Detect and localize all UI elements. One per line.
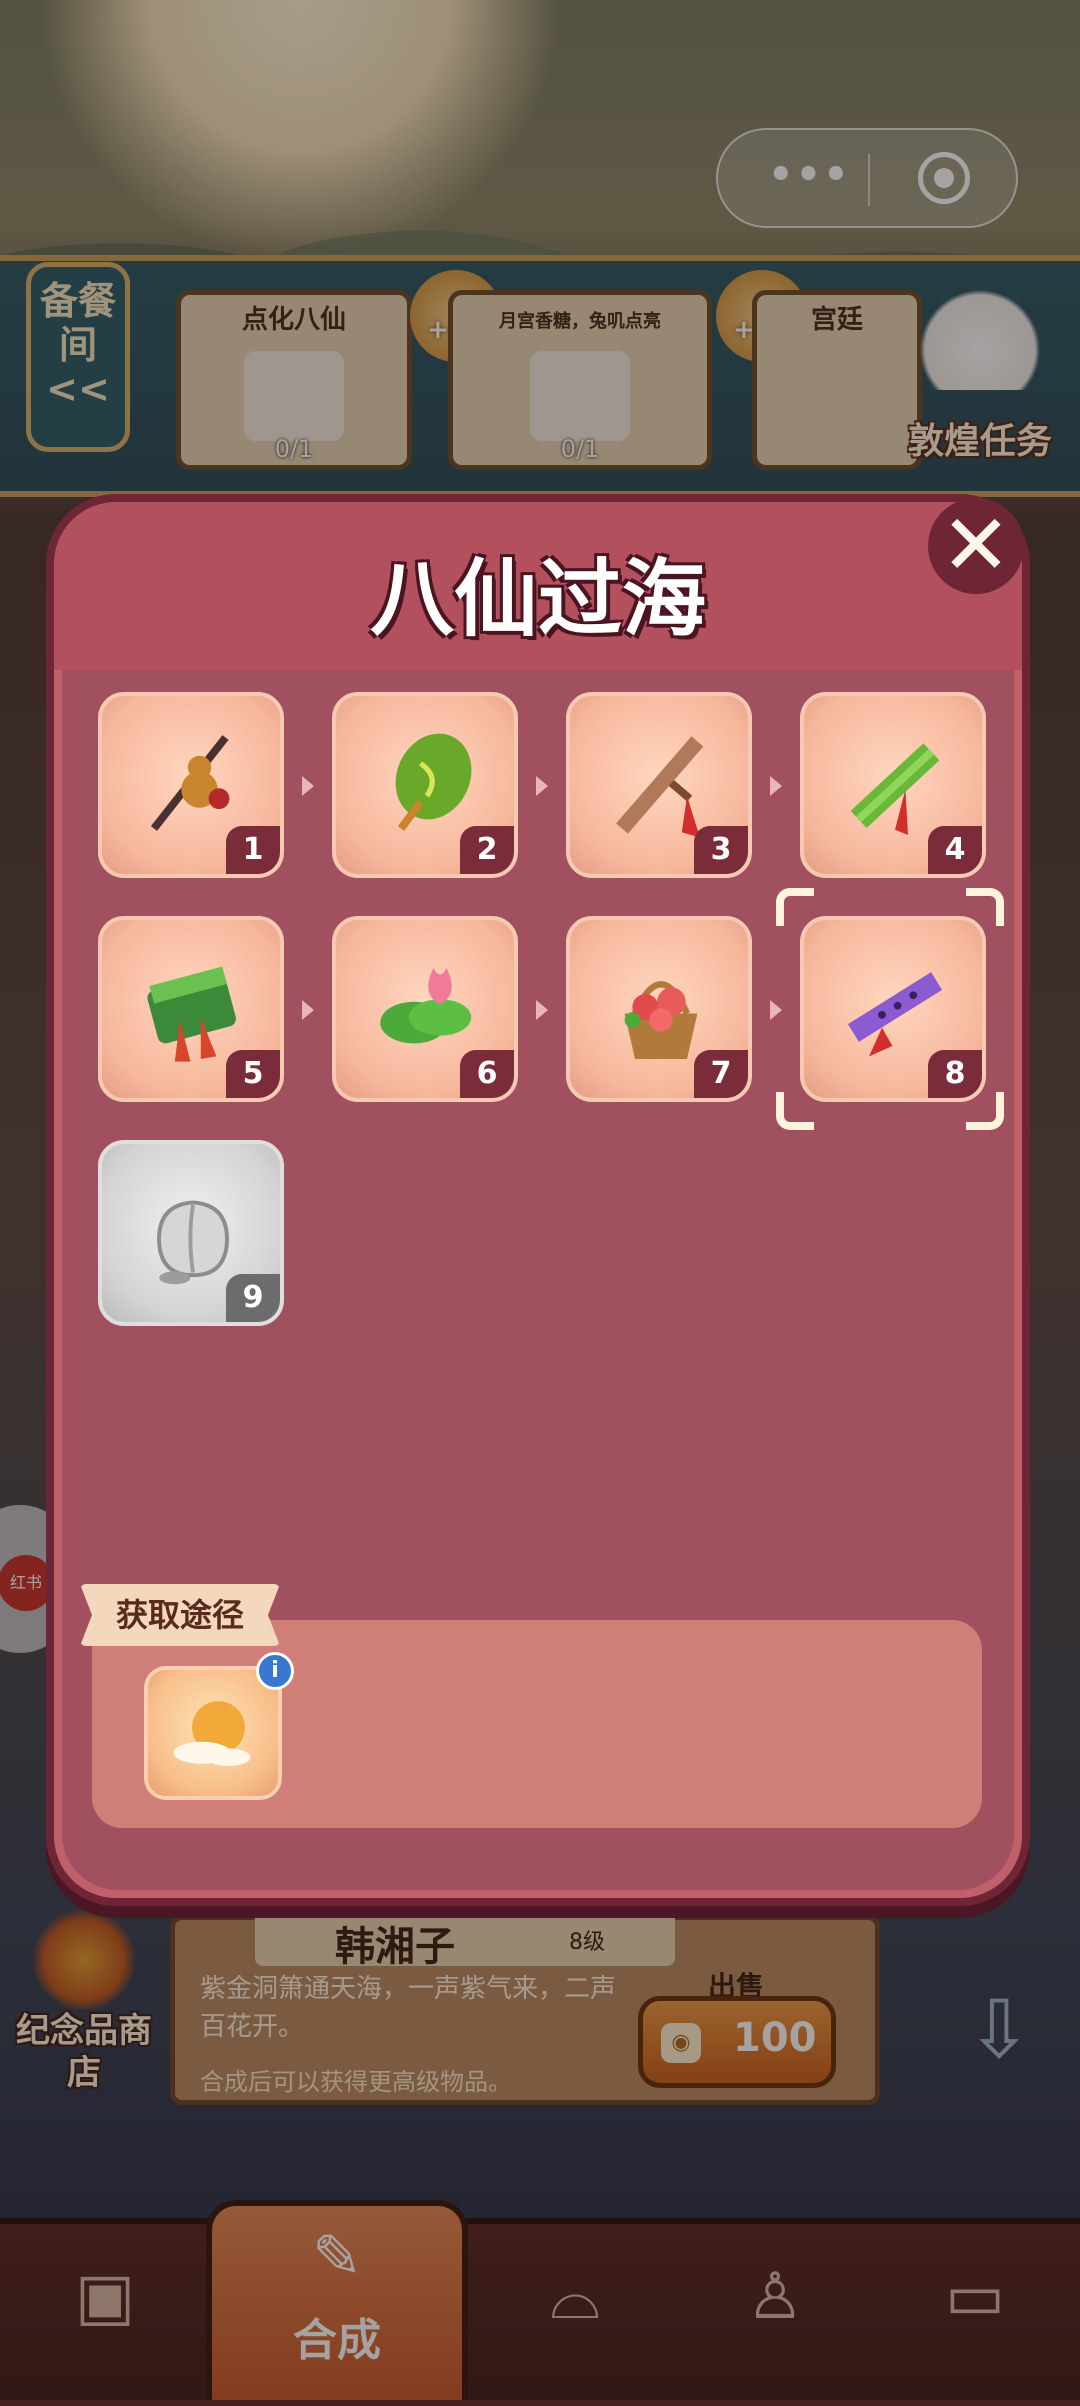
- item-level-badge: 6: [460, 1050, 514, 1098]
- collection-item-2[interactable]: 2: [332, 692, 518, 878]
- item-level-badge: 3: [694, 826, 748, 874]
- collection-item-5[interactable]: 5: [98, 916, 284, 1102]
- selection-frame-corner: [776, 888, 814, 926]
- collection-item-7[interactable]: 7: [566, 916, 752, 1102]
- acquire-label: 获取途径: [80, 1584, 280, 1646]
- chevron-right-icon: [302, 1000, 314, 1020]
- item-level-badge: 4: [928, 826, 982, 874]
- moon-cloud-icon: [173, 1701, 251, 1766]
- item-level-badge: 2: [460, 826, 514, 874]
- acquire-source-button[interactable]: [144, 1666, 282, 1800]
- close-button[interactable]: ✕: [928, 498, 1024, 594]
- selection-frame-corner: [776, 1092, 814, 1130]
- collection-item-6[interactable]: 6: [332, 916, 518, 1102]
- item-level-badge: 5: [226, 1050, 280, 1098]
- modal-header: 八仙过海: [54, 502, 1022, 670]
- item-level-badge: 1: [226, 826, 280, 874]
- chevron-right-icon: [536, 776, 548, 796]
- collection-item-1[interactable]: 1: [98, 692, 284, 878]
- chevron-right-icon: [770, 776, 782, 796]
- collection-item-4[interactable]: 4: [800, 692, 986, 878]
- modal-title: 八仙过海: [369, 550, 706, 648]
- chevron-right-icon: [302, 776, 314, 796]
- collection-item-8[interactable]: 8: [800, 916, 986, 1102]
- selection-frame-corner: [966, 1092, 1004, 1130]
- item-level-badge: 7: [694, 1050, 748, 1098]
- chevron-right-icon: [536, 1000, 548, 1020]
- selection-frame-corner: [966, 888, 1004, 926]
- info-icon[interactable]: i: [256, 1652, 294, 1690]
- collection-item-9[interactable]: 9: [98, 1140, 284, 1326]
- item-level-badge: 8: [928, 1050, 982, 1098]
- item-level-badge: 9: [226, 1274, 280, 1322]
- chevron-right-icon: [770, 1000, 782, 1020]
- collection-item-3[interactable]: 3: [566, 692, 752, 878]
